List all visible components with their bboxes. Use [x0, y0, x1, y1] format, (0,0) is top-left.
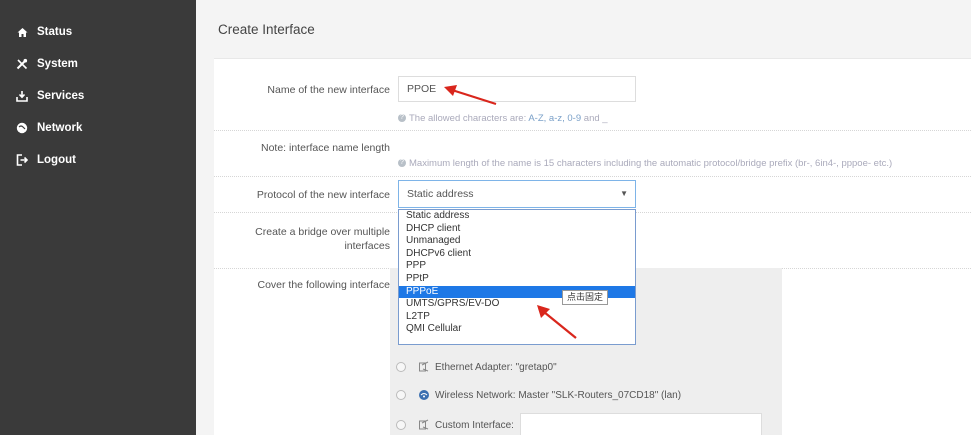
hint-allowed-chars: A-Z, a-z, 0-9: [528, 113, 582, 124]
interface-label: Custom Interface:: [435, 419, 514, 431]
note-label: Note: interface name length: [261, 142, 390, 154]
bridge-label-line2: interfaces: [344, 240, 390, 252]
sidebar-item-services[interactable]: Services: [0, 80, 196, 112]
protocol-option[interactable]: PPtP: [399, 273, 635, 286]
hint-text: Maximum length of the name is 15 charact…: [409, 158, 893, 169]
protocol-selected-value: Static address: [407, 188, 474, 200]
hint-text-suffix: and _: [581, 113, 608, 124]
interface-option-custom[interactable]: Custom Interface:: [396, 413, 762, 435]
network-icon: [15, 122, 29, 134]
interface-label: Ethernet Adapter: "gretap0": [435, 361, 557, 373]
note-row: Note: interface name length ? Maximum len…: [214, 131, 971, 177]
sidebar-item-logout[interactable]: Logout: [0, 144, 196, 176]
radio-button[interactable]: [396, 420, 406, 430]
note-hint: ? Maximum length of the name is 15 charac…: [398, 158, 892, 169]
protocol-option[interactable]: L2TP: [399, 311, 635, 324]
name-row: Name of the new interface PPOE ? The allo…: [214, 67, 971, 131]
bridge-label-line1: Create a bridge over multiple: [255, 226, 390, 238]
hint-text: The allowed characters are:: [409, 113, 529, 124]
interface-option-gretap0[interactable]: Ethernet Adapter: "gretap0": [396, 358, 557, 376]
services-icon: [15, 90, 29, 102]
ethernet-icon: [418, 361, 430, 373]
sidebar-item-status[interactable]: Status: [0, 16, 196, 48]
logout-icon: [15, 154, 29, 166]
help-icon: ?: [398, 159, 406, 168]
sidebar-item-label: Network: [37, 122, 83, 134]
name-label: Name of the new interface: [267, 84, 390, 96]
sidebar-item-network[interactable]: Network: [0, 112, 196, 144]
page-title: Create Interface: [218, 21, 315, 37]
protocol-select[interactable]: Static address ▼: [398, 180, 636, 208]
custom-interface-input[interactable]: [519, 413, 762, 435]
protocol-label: Protocol of the new interface: [256, 189, 390, 201]
main-content: Create Interface Name of the new interfa…: [196, 0, 971, 435]
sidebar-item-label: Logout: [37, 154, 76, 166]
protocol-row: Protocol of the new interface Static add…: [214, 177, 971, 213]
cover-label: Cover the following interface: [257, 279, 391, 291]
home-icon: [15, 27, 29, 38]
interface-label: Wireless Network: Master "SLK-Routers_07…: [435, 389, 682, 401]
interface-option-wireless[interactable]: Wireless Network: Master "SLK-Routers_07…: [396, 386, 681, 404]
protocol-option[interactable]: Static address: [399, 210, 635, 223]
tooltip: 点击固定: [562, 290, 609, 305]
protocol-option[interactable]: PPP: [399, 260, 635, 273]
wireless-icon: [418, 389, 430, 401]
sidebar: Status System Services Network Logout: [0, 0, 196, 435]
protocol-option[interactable]: DHCPv6 client: [399, 248, 635, 261]
protocol-option[interactable]: DHCP client: [399, 223, 635, 236]
sidebar-item-system[interactable]: System: [0, 48, 196, 80]
sidebar-item-label: Services: [37, 90, 85, 102]
tools-icon: [15, 58, 29, 70]
chevron-down-icon: ▼: [620, 189, 628, 198]
name-hint: ? The allowed characters are: A-Z, a-z, 0…: [398, 113, 608, 124]
bridge-label: Create a bridge over multiple interfaces: [214, 225, 390, 253]
protocol-option[interactable]: QMI Cellular: [399, 323, 635, 336]
interface-name-input[interactable]: PPOE: [398, 76, 636, 102]
radio-button[interactable]: [396, 390, 406, 400]
sidebar-item-label: Status: [37, 26, 73, 38]
radio-button[interactable]: [396, 362, 406, 372]
sidebar-item-label: System: [37, 58, 78, 70]
help-icon: ?: [398, 114, 406, 123]
protocol-option[interactable]: Unmanaged: [399, 235, 635, 248]
ethernet-icon: [418, 419, 430, 431]
protocol-dropdown-list: Static address DHCP client Unmanaged DHC…: [398, 209, 636, 345]
